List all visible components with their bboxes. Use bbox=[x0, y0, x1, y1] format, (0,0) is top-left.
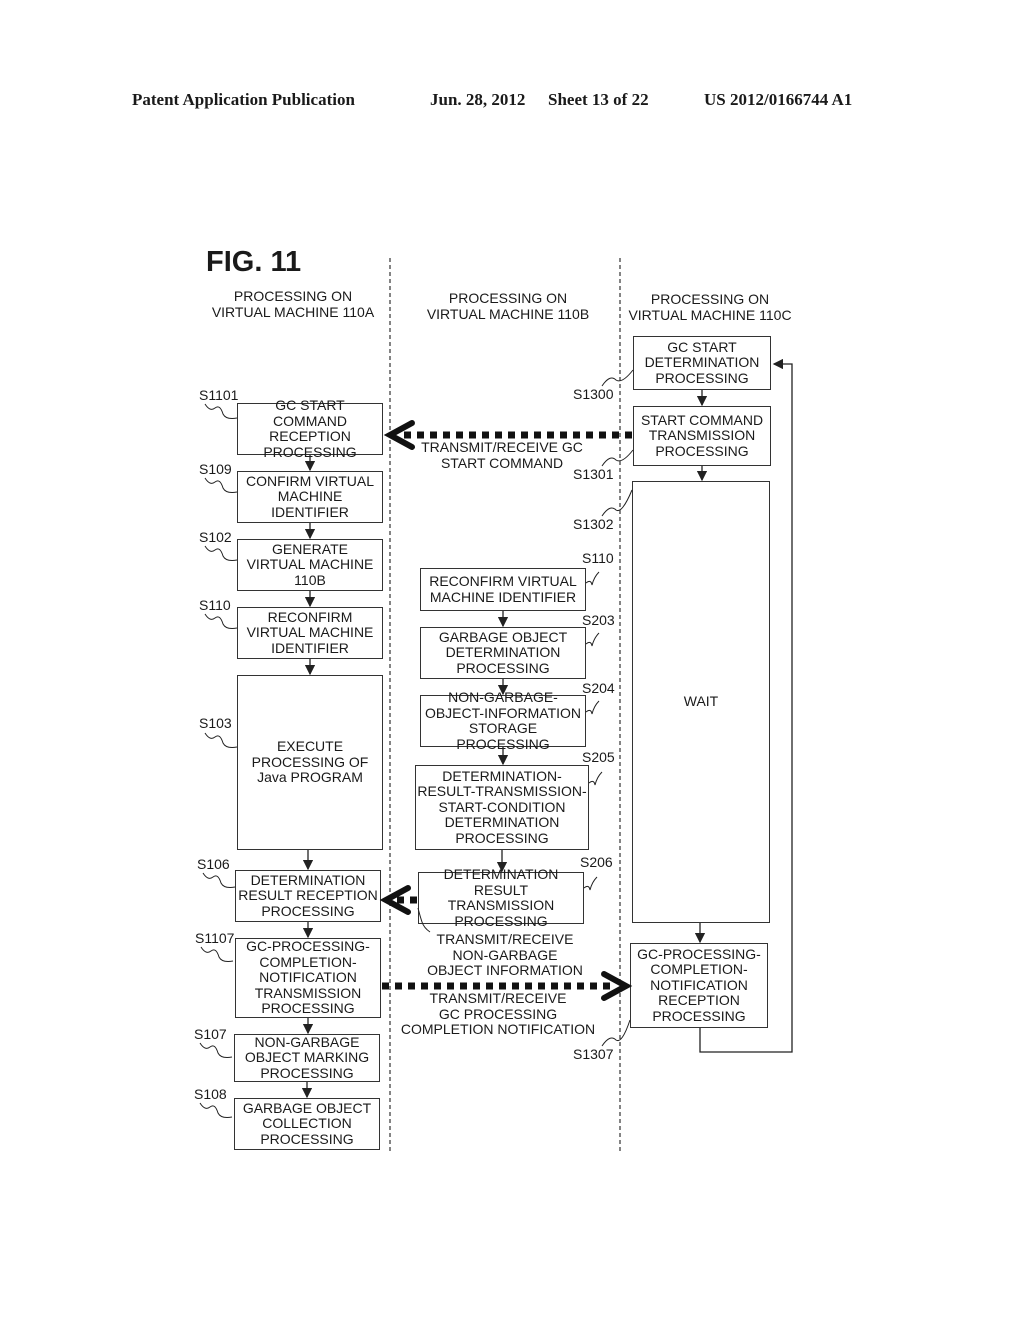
patent-number: US 2012/0166744 A1 bbox=[704, 90, 853, 109]
step-box-s110-a: RECONFIRM VIRTUAL MACHINE IDENTIFIER bbox=[237, 607, 383, 659]
step-box-s1307: GC-PROCESSING- COMPLETION- NOTIFICATION … bbox=[630, 943, 768, 1028]
message-label-gc-start-command: TRANSMIT/RECEIVE GC START COMMAND bbox=[421, 439, 583, 471]
step-label-s107: S107 bbox=[194, 1026, 227, 1042]
step-box-s204: NON-GARBAGE- OBJECT-INFORMATION STORAGE … bbox=[420, 689, 586, 751]
step-label-s1300: S1300 bbox=[573, 386, 614, 402]
step-box-s1300: GC START DETERMINATION PROCESSING bbox=[633, 336, 771, 390]
message-label-gc-completion: TRANSMIT/RECEIVE GC PROCESSING COMPLETIO… bbox=[400, 990, 596, 1037]
step-box-s109: CONFIRM VIRTUAL MACHINE IDENTIFIER bbox=[237, 471, 383, 523]
lane-title-110c: PROCESSING ON VIRTUAL MACHINE 110C bbox=[628, 291, 792, 323]
step-box-s107: NON-GARBAGE OBJECT MARKING PROCESSING bbox=[234, 1034, 380, 1082]
step-box-s1101: GC START COMMAND RECEPTION PROCESSING bbox=[237, 397, 383, 459]
step-label-s1302: S1302 bbox=[573, 516, 614, 532]
step-label-s204: S204 bbox=[582, 680, 615, 696]
step-label-s1107: S1107 bbox=[195, 930, 235, 946]
step-label-s110-b: S110 bbox=[582, 550, 614, 566]
message-label-non-garbage-info: TRANSMIT/RECEIVE NON-GARBAGE OBJECT INFO… bbox=[427, 931, 583, 978]
step-box-s102: GENERATE VIRTUAL MACHINE 110B bbox=[237, 539, 383, 591]
publication-label: Patent Application Publication bbox=[132, 90, 355, 109]
step-label-s103: S103 bbox=[199, 715, 232, 731]
step-label-s106: S106 bbox=[197, 856, 230, 872]
step-label-s1101: S1101 bbox=[199, 387, 239, 403]
step-label-s205: S205 bbox=[582, 749, 615, 765]
page-header: Patent Application Publication Jun. 28, … bbox=[132, 90, 892, 112]
step-box-s110-b: RECONFIRM VIRTUAL MACHINE IDENTIFIER bbox=[420, 568, 586, 611]
step-label-s109: S109 bbox=[199, 461, 232, 477]
message-arrow-determination-result bbox=[379, 885, 417, 915]
figure-title: FIG. 11 bbox=[206, 246, 302, 278]
step-box-s206: DETERMINATION RESULT TRANSMISSION PROCES… bbox=[418, 866, 584, 928]
step-box-s103: EXECUTE PROCESSING OF Java PROGRAM bbox=[237, 675, 383, 850]
step-label-s110-a: S110 bbox=[199, 597, 231, 613]
step-label-s108: S108 bbox=[194, 1086, 227, 1102]
sheet-number: Sheet 13 of 22 bbox=[548, 90, 649, 109]
step-box-s203: GARBAGE OBJECT DETERMINATION PROCESSING bbox=[420, 627, 586, 679]
step-label-s206: S206 bbox=[580, 854, 613, 870]
lane-title-110b: PROCESSING ON VIRTUAL MACHINE 110B bbox=[426, 290, 590, 322]
step-label-s102: S102 bbox=[199, 529, 232, 545]
publication-date: Jun. 28, 2012 bbox=[430, 90, 526, 109]
step-label-s1307: S1307 bbox=[573, 1046, 614, 1062]
step-box-s205: DETERMINATION- RESULT-TRANSMISSION- STAR… bbox=[415, 765, 589, 850]
step-box-s108: GARBAGE OBJECT COLLECTION PROCESSING bbox=[234, 1098, 380, 1150]
lane-title-110a: PROCESSING ON VIRTUAL MACHINE 110A bbox=[211, 288, 375, 320]
step-box-s1301: START COMMAND TRANSMISSION PROCESSING bbox=[633, 406, 771, 466]
step-box-s1107: GC-PROCESSING- COMPLETION- NOTIFICATION … bbox=[235, 938, 381, 1018]
step-box-s1302-wait: WAIT bbox=[632, 481, 770, 923]
step-label-s203: S203 bbox=[582, 612, 615, 628]
step-box-s106: DETERMINATION RESULT RECEPTION PROCESSIN… bbox=[235, 870, 381, 922]
